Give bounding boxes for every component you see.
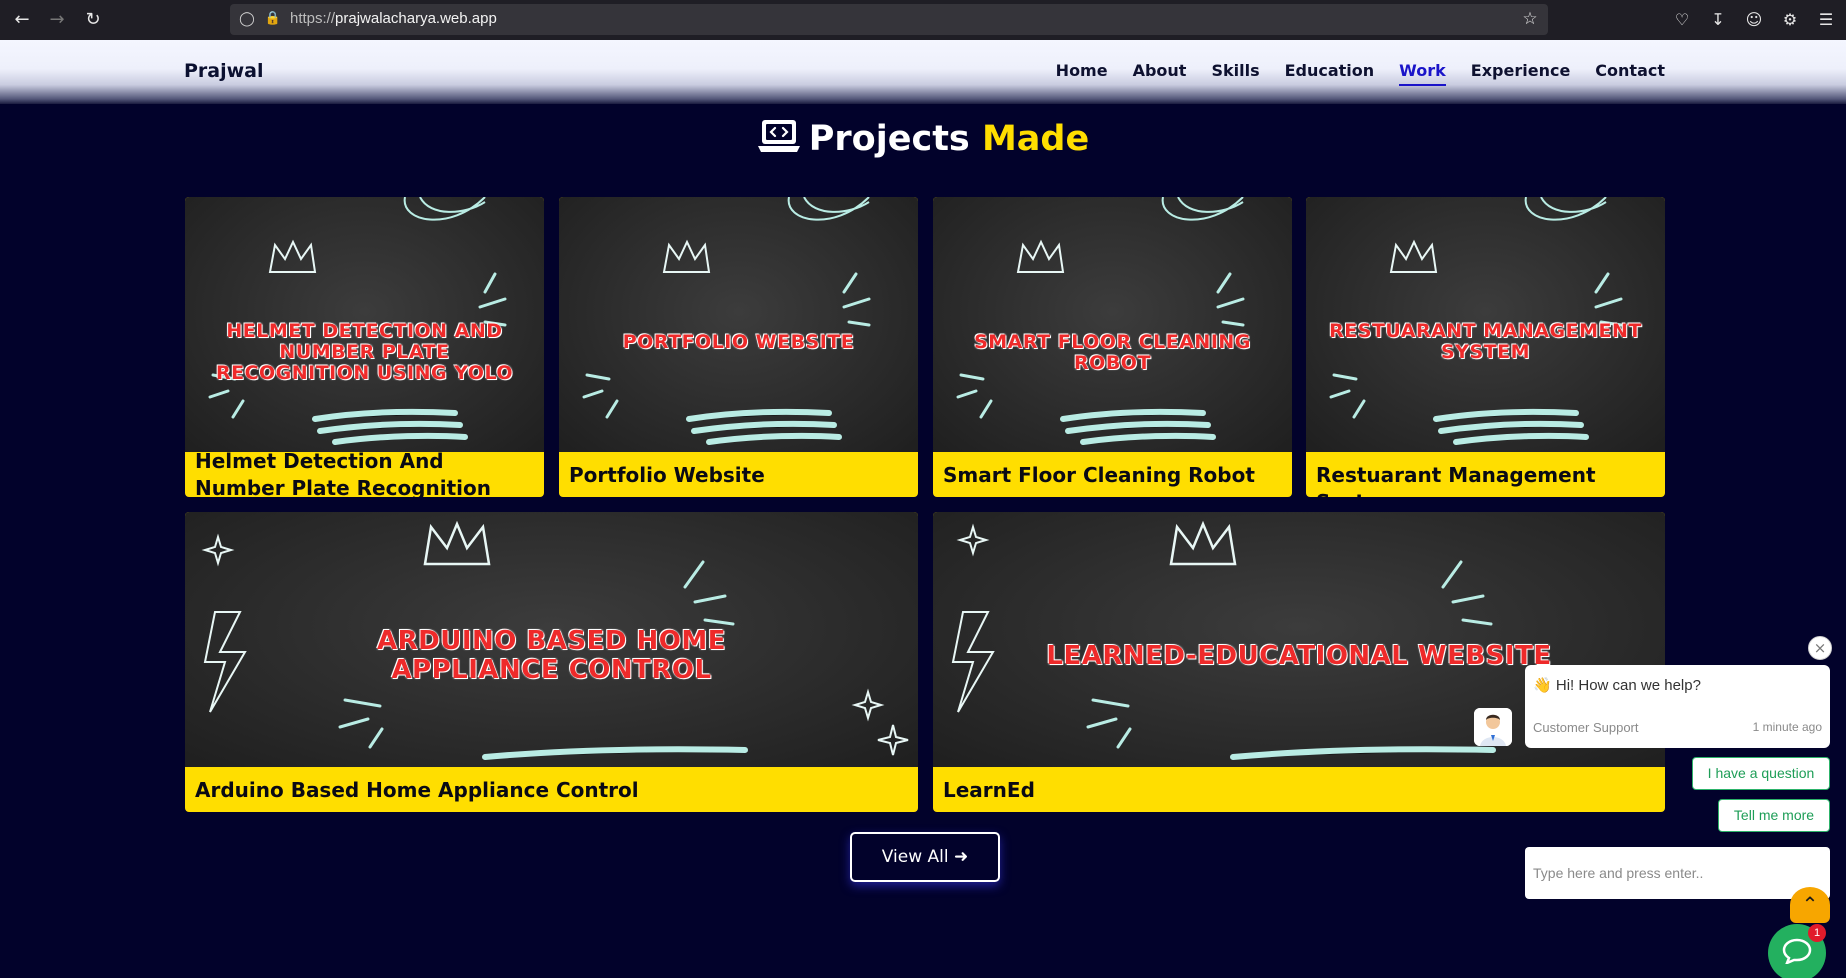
chat-close-icon[interactable]: × xyxy=(1808,636,1832,660)
nav-contact[interactable]: Contact xyxy=(1595,61,1665,86)
view-all-button[interactable]: View All ➜ xyxy=(850,832,1000,882)
nav-home[interactable]: Home xyxy=(1056,61,1108,86)
project-title[interactable]: Restuarant Management System xyxy=(1316,462,1659,497)
chat-agent-name: Customer Support xyxy=(1533,720,1639,735)
chat-option-more[interactable]: Tell me more xyxy=(1718,799,1830,832)
bookmark-star-icon[interactable]: ☆ xyxy=(1520,9,1540,29)
project-thumb-text: Helmet Detection and Number Plate Recogn… xyxy=(215,320,514,384)
title-accent: Made xyxy=(981,119,1090,159)
chevron-up-icon: ⌃ xyxy=(1801,892,1819,916)
project-thumb-text: LearnEd-Educational Website xyxy=(1046,641,1552,671)
chat-timestamp: 1 minute ago xyxy=(1752,720,1822,734)
nav-about[interactable]: About xyxy=(1133,61,1187,86)
project-thumb-text: Smart Floor Cleaning Robot xyxy=(974,331,1251,374)
project-thumb-text: Portfolio Website xyxy=(622,331,855,353)
downloads-icon[interactable]: ↧ xyxy=(1706,8,1730,32)
project-card[interactable]: LearnEd-Educational Website LearnEd xyxy=(933,512,1665,812)
chat-message-bubble: 👋 Hi! How can we help? Customer Support … xyxy=(1525,665,1830,748)
chat-option-question[interactable]: I have a question xyxy=(1692,757,1830,790)
project-card[interactable]: Arduino Based Home Appliance Control Ard… xyxy=(185,512,918,812)
project-thumbnail[interactable]: Helmet Detection and Number Plate Recogn… xyxy=(185,197,544,452)
project-thumbnail[interactable]: Restuarant Management System xyxy=(1306,197,1665,452)
project-card[interactable]: Helmet Detection and Number Plate Recogn… xyxy=(185,197,544,497)
account-icon[interactable]: ☺ xyxy=(1742,8,1766,32)
scroll-top-button[interactable]: ⌃ xyxy=(1790,887,1830,923)
brand-logo[interactable]: Prajwal xyxy=(184,60,264,82)
wave-hand-icon: 👋 xyxy=(1533,677,1552,694)
view-all-label: View All xyxy=(881,847,949,867)
chalk-doodle-decoration xyxy=(956,197,1245,445)
url-text[interactable]: https://prajwalacharya.web.app xyxy=(290,10,497,27)
project-title[interactable]: Arduino Based Home Appliance Control xyxy=(195,777,912,804)
forward-icon[interactable]: → xyxy=(45,8,69,32)
chat-input[interactable] xyxy=(1525,847,1830,899)
project-card[interactable]: Smart Floor Cleaning Robot Smart Floor C… xyxy=(933,197,1292,497)
notification-badge: 1 xyxy=(1808,924,1826,942)
shield-icon[interactable]: ◯ xyxy=(238,10,256,28)
pocket-icon[interactable]: ♡ xyxy=(1670,8,1694,32)
back-icon[interactable]: ← xyxy=(10,8,34,32)
project-thumb-text: Arduino Based Home Appliance Control xyxy=(377,626,726,685)
project-thumbnail[interactable]: Smart Floor Cleaning Robot xyxy=(933,197,1292,452)
support-avatar xyxy=(1474,708,1512,746)
browser-toolbar: ← → ↻ ◯ 🔒 https://prajwalacharya.web.app… xyxy=(0,0,1846,40)
arrow-right-icon: ➜ xyxy=(953,847,969,867)
reload-icon[interactable]: ↻ xyxy=(81,8,105,32)
chat-message: 👋 Hi! How can we help? xyxy=(1533,677,1701,694)
address-bar[interactable]: ◯ 🔒 https://prajwalacharya.web.app ☆ xyxy=(230,4,1548,35)
nav-skills[interactable]: Skills xyxy=(1211,61,1259,86)
project-thumbnail[interactable]: Portfolio Website xyxy=(559,197,918,452)
project-title[interactable]: LearnEd xyxy=(943,777,1659,804)
site-header: Prajwal Home About Skills Education Work… xyxy=(0,40,1846,104)
chat-bubble-icon xyxy=(1782,938,1812,964)
project-card[interactable]: Portfolio Website Portfolio Website xyxy=(559,197,918,497)
lock-icon[interactable]: 🔒 xyxy=(264,10,282,28)
section-title: Projects Made xyxy=(0,118,1846,159)
main-nav: Home About Skills Education Work Experie… xyxy=(1056,61,1665,86)
extensions-icon[interactable]: ⚙ xyxy=(1778,8,1802,32)
project-title[interactable]: Smart Floor Cleaning Robot xyxy=(943,462,1286,489)
nav-work[interactable]: Work xyxy=(1399,61,1446,86)
nav-education[interactable]: Education xyxy=(1285,61,1375,86)
project-card[interactable]: Restuarant Management System Restuarant … xyxy=(1306,197,1665,497)
project-thumbnail[interactable]: Arduino Based Home Appliance Control xyxy=(185,512,918,767)
project-title[interactable]: Helmet Detection And Number Plate Recogn… xyxy=(195,448,538,497)
project-thumb-text: Restuarant Management System xyxy=(1329,320,1642,363)
title-main: Projects xyxy=(808,119,970,159)
menu-icon[interactable]: ☰ xyxy=(1814,8,1838,32)
project-title[interactable]: Portfolio Website xyxy=(569,462,912,489)
nav-experience[interactable]: Experience xyxy=(1471,61,1571,86)
laptop-code-icon xyxy=(757,120,800,152)
chalk-doodle-decoration xyxy=(582,197,871,445)
